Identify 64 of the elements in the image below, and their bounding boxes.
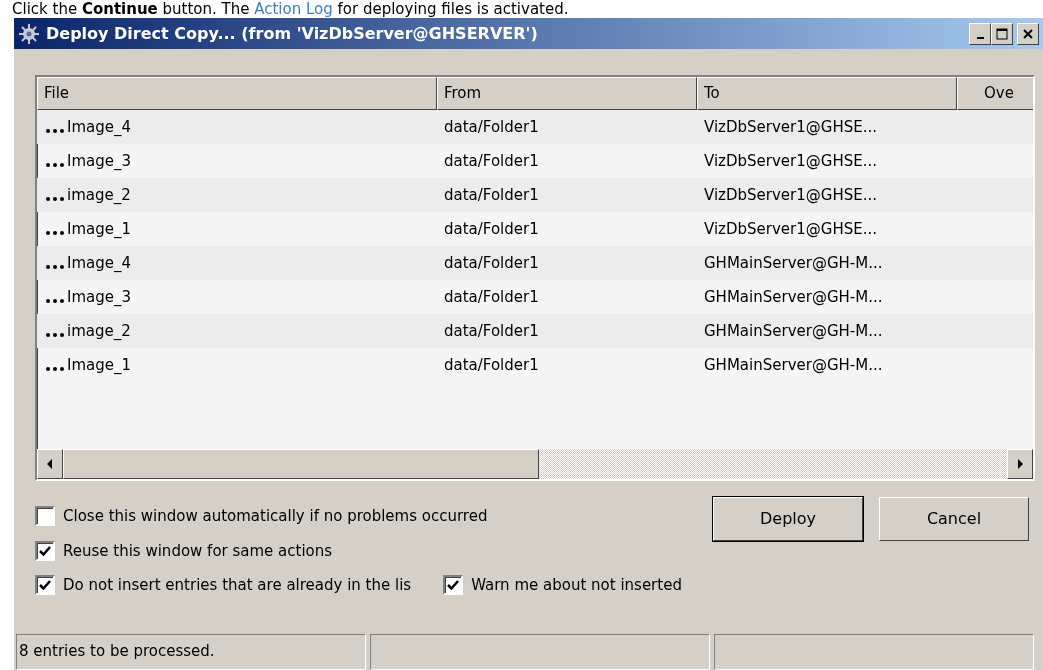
checkbox[interactable] — [35, 506, 55, 527]
minimize-button[interactable] — [969, 22, 991, 45]
file-name: image_2 — [67, 320, 131, 342]
column-header[interactable]: From — [437, 77, 697, 110]
destination-server: VizDbServer1@GHSE... — [704, 185, 877, 204]
tree-dots-icon — [45, 366, 65, 372]
source-path: data/Folder1 — [444, 219, 539, 238]
cancel-button[interactable]: Cancel — [879, 497, 1029, 541]
tree-dots-icon — [45, 196, 65, 202]
maximize-icon — [996, 27, 1008, 40]
file-name: Image_4 — [67, 252, 132, 274]
deploy-button[interactable]: Deploy — [713, 497, 863, 541]
source-path: data/Folder1 — [444, 151, 539, 170]
file-name: Image_3 — [67, 286, 132, 308]
status-text: 8 entries to be processed. — [16, 634, 366, 670]
source-path: data/Folder1 — [444, 117, 539, 136]
checkbox-option[interactable]: Reuse this window for same actions — [35, 539, 333, 562]
tree-dots-icon — [45, 332, 65, 338]
destination-server: GHMainServer@GH-M... — [704, 321, 883, 340]
source-path: data/Folder1 — [444, 355, 539, 374]
source-path: data/Folder1 — [444, 185, 539, 204]
destination-server: VizDbServer1@GHSE... — [704, 219, 877, 238]
file-name: image_2 — [67, 184, 131, 206]
destination-server: VizDbServer1@GHSE... — [704, 151, 877, 170]
checkbox-option[interactable]: Warn me about not inserted — [443, 574, 682, 597]
file-name: Image_1 — [67, 218, 132, 240]
destination-server: GHMainServer@GH-M... — [704, 287, 883, 306]
check-icon — [39, 544, 51, 557]
source-path: data/Folder1 — [444, 321, 539, 340]
column-header[interactable]: To — [697, 77, 957, 110]
check-icon — [39, 579, 51, 592]
checkbox[interactable] — [35, 575, 55, 596]
gear-icon — [18, 22, 40, 45]
destination-server: GHMainServer@GH-M... — [704, 253, 883, 272]
minimize-icon — [976, 36, 984, 39]
column-header[interactable]: File — [37, 77, 437, 110]
file-name: Image_1 — [67, 354, 132, 376]
tree-dots-icon — [45, 264, 65, 270]
horizontal-scrollbar[interactable] — [37, 449, 1033, 479]
scrollbar-thumb[interactable] — [63, 449, 539, 479]
destination-server: VizDbServer1@GHSE... — [704, 117, 877, 136]
file-name: Image_4 — [67, 116, 132, 138]
scroll-right-icon[interactable] — [1007, 449, 1033, 479]
tree-dots-icon — [45, 162, 65, 168]
source-path: data/Folder1 — [444, 287, 539, 306]
checkbox-option[interactable]: Close this window automatically if no problems occurred — [35, 505, 488, 528]
window-title: Deploy Direct Copy... (from 'VizDbServer@GHSERVER') — [46, 22, 539, 45]
close-button[interactable] — [1017, 22, 1039, 45]
file-name: Image_3 — [67, 150, 132, 172]
maximize-button[interactable] — [991, 22, 1013, 45]
action-log-link[interactable]: Action Log — [254, 0, 333, 18]
scroll-left-icon[interactable] — [37, 449, 63, 479]
close-icon — [1023, 28, 1033, 39]
checkbox[interactable] — [443, 575, 464, 596]
tree-dots-icon — [45, 298, 65, 304]
column-header[interactable]: Ove — [957, 77, 1033, 110]
caption-text: Click the Continue button. The Action Log for deploying files is activated. — [12, 0, 569, 18]
checkbox-option[interactable]: Do not insert entries that are already in the lis — [35, 574, 412, 597]
destination-server: GHMainServer@GH-M... — [704, 355, 883, 374]
checkbox[interactable] — [35, 540, 55, 561]
tree-dots-icon — [45, 128, 65, 134]
check-icon — [447, 579, 460, 592]
tree-dots-icon — [45, 230, 65, 236]
source-path: data/Folder1 — [444, 253, 539, 272]
